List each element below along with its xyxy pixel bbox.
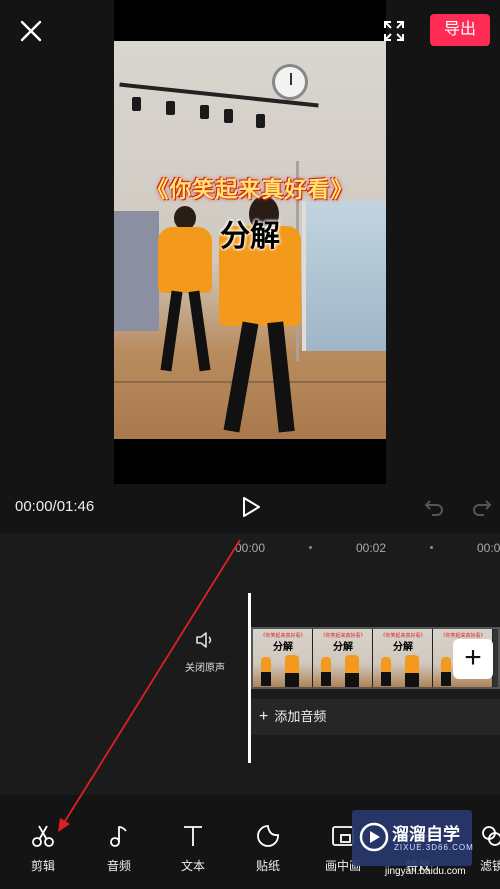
speaker-icon [196,632,212,648]
undo-icon[interactable] [424,497,444,517]
clip-thumbnail: 《你笑起来真好看》 分解 [373,629,433,687]
text-icon [184,826,202,846]
watermark-url: jingyan.baidu.com [385,866,466,877]
tool-label: 音频 [106,859,131,873]
add-clip-button[interactable]: + [453,639,493,679]
tool-label: 文本 [180,859,205,873]
watermark-subtitle: ZIXUE.3D66.COM [394,843,474,852]
timeline[interactable]: 00:00 00:02 00:0 关闭原声 《你笑起来真好看》 分解 《你笑起来… [0,533,500,795]
video-frame: 《你笑起来真好看》 分解 [114,41,386,439]
tool-label: 剪辑 [30,859,55,873]
tool-text[interactable]: 文本 [163,823,223,874]
ruler-tick [430,546,433,549]
spotlight [256,114,265,128]
watermark-title: 溜溜自学 [392,825,460,844]
add-audio-track[interactable]: + 添加音频 [251,699,500,735]
spotlight [224,109,233,123]
close-icon[interactable] [18,18,44,44]
ruler-time: 00:0 [477,541,500,555]
thumb-subcaption: 分解 [333,642,353,653]
tool-label: 贴纸 [255,859,280,873]
video-editor-screen: 《你笑起来真好看》 分解 导出 00:00/01:46 00:00 00:02 … [0,0,500,889]
export-button[interactable]: 导出 [430,14,490,46]
video-preview[interactable]: 《你笑起来真好看》 分解 [114,0,386,484]
spotlight [132,97,141,111]
redo-icon[interactable] [472,497,492,517]
preview-area: 《你笑起来真好看》 分解 [0,0,500,484]
thumb-subcaption: 分解 [393,642,413,653]
sticker-icon [257,825,279,847]
mute-label: 关闭原声 [185,663,225,674]
mute-original-audio-button[interactable]: 关闭原声 [180,629,230,679]
video-caption-title: 《你笑起来真好看》 [146,178,354,203]
ruler-time: 00:02 [356,541,387,555]
play-icon[interactable] [240,496,262,518]
add-audio-label: 添加音频 [274,709,327,724]
plus-icon: + [259,708,269,725]
floor-edge [114,381,386,383]
wall-clock [272,64,308,100]
thumb-subcaption: 分解 [273,642,293,653]
clip-thumbnail: 《你笑起来真好看》 分解 [313,629,373,687]
watermark-logo-icon [359,822,389,852]
ruler-tick [309,546,312,549]
playback-time: 00:00/01:46 [15,498,95,515]
tool-audio[interactable]: 音频 [89,823,149,874]
spotlight [200,105,209,119]
ruler-time: 00:00 [235,541,266,555]
video-caption-subtitle: 分解 [220,219,280,254]
clip-thumbnail: 《你笑起来真好看》 分解 [253,629,313,687]
filter-icon [482,826,500,846]
scissors-icon [32,825,54,847]
watermark: 溜溜自学 ZIXUE.3D66.COM [352,810,474,866]
playhead[interactable] [248,593,251,763]
music-note-icon [110,826,127,847]
spotlight [166,101,175,115]
fullscreen-icon[interactable] [382,19,406,43]
tool-edit[interactable]: 剪辑 [13,823,73,874]
top-bar: 导出 [0,0,500,62]
tool-sticker[interactable]: 贴纸 [238,823,298,874]
